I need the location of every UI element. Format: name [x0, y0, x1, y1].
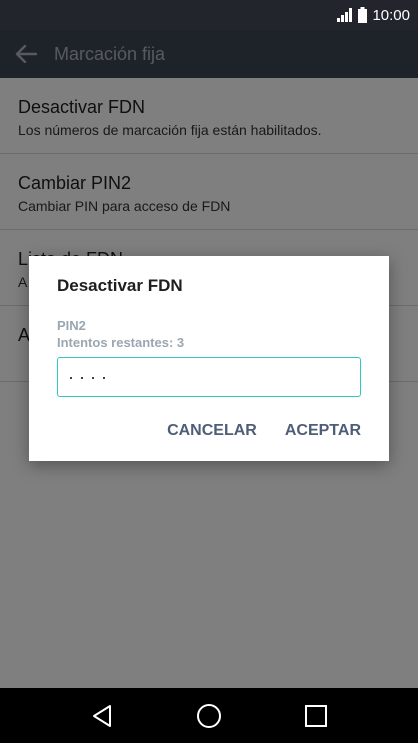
- nav-home-button[interactable]: [184, 691, 234, 741]
- navigation-bar: [0, 688, 418, 743]
- deactivate-fdn-dialog: Desactivar FDN PIN2 Intentos restantes: …: [29, 256, 389, 461]
- nav-recents-button[interactable]: [291, 691, 341, 741]
- cancel-button[interactable]: CANCELAR: [167, 422, 257, 440]
- dialog-actions: CANCELAR ACEPTAR: [167, 422, 361, 440]
- pin2-label: PIN2: [57, 318, 86, 333]
- attempts-remaining: Intentos restantes: 3: [57, 335, 185, 350]
- home-circle-icon: [196, 703, 221, 728]
- recents-square-icon: [305, 704, 328, 727]
- dialog-title: Desactivar FDN: [57, 276, 183, 295]
- back-triangle-icon: [92, 704, 111, 727]
- signal-icon: [337, 8, 353, 22]
- status-icons: 10:00: [337, 0, 410, 30]
- accept-button[interactable]: ACEPTAR: [285, 422, 361, 440]
- status-time: 10:00: [372, 6, 410, 24]
- nav-back-button[interactable]: [77, 691, 127, 741]
- battery-icon: [358, 7, 368, 23]
- status-bar: 10:00: [0, 0, 418, 30]
- pin2-input[interactable]: [57, 357, 361, 397]
